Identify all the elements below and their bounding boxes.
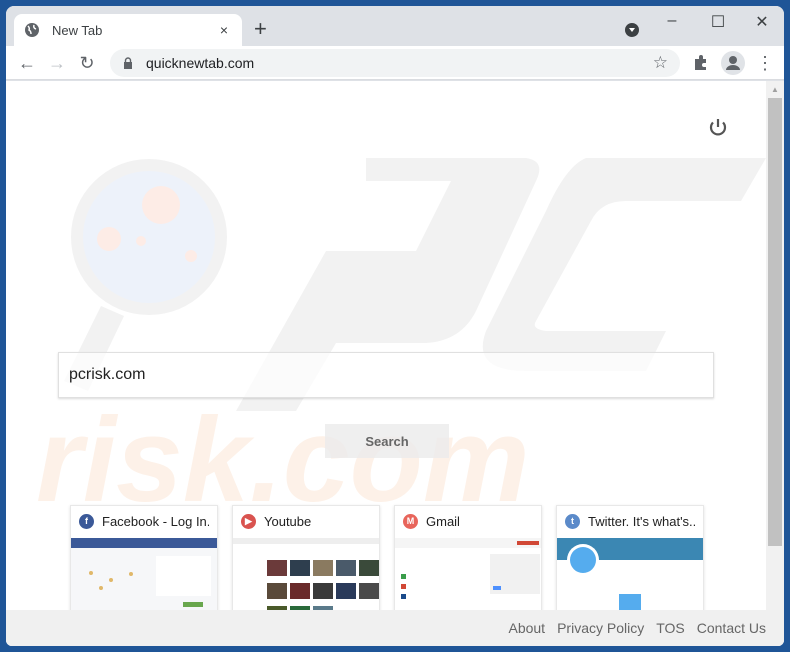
tile-youtube[interactable]: ▶ Youtube <box>232 505 380 621</box>
search-input[interactable]: pcrisk.com <box>58 352 714 398</box>
youtube-icon: ▶ <box>241 513 256 529</box>
title-bar: New Tab × + – ☐ ✕ <box>6 6 784 46</box>
page-content: risk.com ▲ pcrisk.com Search f Facebook … <box>6 81 784 646</box>
browser-menu-icon[interactable]: ⋮ <box>756 53 774 73</box>
tile-title: Facebook - Log In... <box>102 513 209 529</box>
tab-new-tab[interactable]: New Tab × <box>14 14 242 46</box>
search-button[interactable]: Search <box>325 424 449 458</box>
maximize-button[interactable]: ☐ <box>708 12 728 32</box>
tile-title: Twitter. It's what's... <box>588 513 695 529</box>
footer-link-about[interactable]: About <box>508 620 545 636</box>
browser-window: New Tab × + – ☐ ✕ ← → ↻ quicknewtab.com … <box>6 6 784 646</box>
gmail-thumbnail <box>395 538 541 620</box>
footer-link-privacy-policy[interactable]: Privacy Policy <box>557 620 644 636</box>
globe-icon <box>25 23 39 37</box>
power-icon[interactable] <box>706 116 730 140</box>
close-window-button[interactable]: ✕ <box>752 12 772 32</box>
close-tab-icon[interactable]: × <box>216 22 232 38</box>
facebook-icon: f <box>79 513 94 529</box>
back-button[interactable]: ← <box>16 52 38 74</box>
footer: About Privacy Policy TOS Contact Us <box>6 610 784 646</box>
gmail-icon: M <box>403 513 418 529</box>
footer-link-tos[interactable]: TOS <box>656 620 685 636</box>
browser-toolbar: ← → ↻ quicknewtab.com ☆ ⋮ <box>6 46 784 80</box>
tile-title: Youtube <box>264 513 312 529</box>
facebook-thumbnail <box>71 538 217 620</box>
twitter-icon: t <box>565 513 580 529</box>
lock-icon <box>124 57 132 69</box>
tile-facebook[interactable]: f Facebook - Log In... <box>70 505 218 621</box>
bookmark-star-icon[interactable]: ☆ <box>653 53 668 73</box>
tab-title: New Tab <box>52 22 103 38</box>
tab-search-icon[interactable] <box>625 23 639 37</box>
extensions-icon[interactable] <box>692 54 710 72</box>
scroll-up-arrow-icon[interactable]: ▲ <box>766 85 784 99</box>
url-text[interactable]: quicknewtab.com <box>146 55 653 71</box>
forward-button[interactable]: → <box>46 52 68 74</box>
scrollbar-thumb[interactable] <box>768 98 782 546</box>
tile-twitter[interactable]: t Twitter. It's what's... <box>556 505 704 621</box>
address-bar[interactable]: quicknewtab.com ☆ <box>110 49 680 77</box>
twitter-thumbnail <box>557 538 703 620</box>
new-tab-button[interactable]: + <box>254 18 267 40</box>
vertical-scrollbar[interactable]: ▲ <box>766 81 784 611</box>
profile-avatar[interactable] <box>721 51 745 75</box>
minimize-button[interactable]: – <box>662 12 682 30</box>
footer-link-contact-us[interactable]: Contact Us <box>697 620 766 636</box>
youtube-thumbnail <box>233 538 379 620</box>
reload-button[interactable]: ↻ <box>76 52 98 74</box>
tile-title: Gmail <box>426 513 460 529</box>
person-icon <box>726 56 740 70</box>
tile-gmail[interactable]: M Gmail <box>394 505 542 621</box>
